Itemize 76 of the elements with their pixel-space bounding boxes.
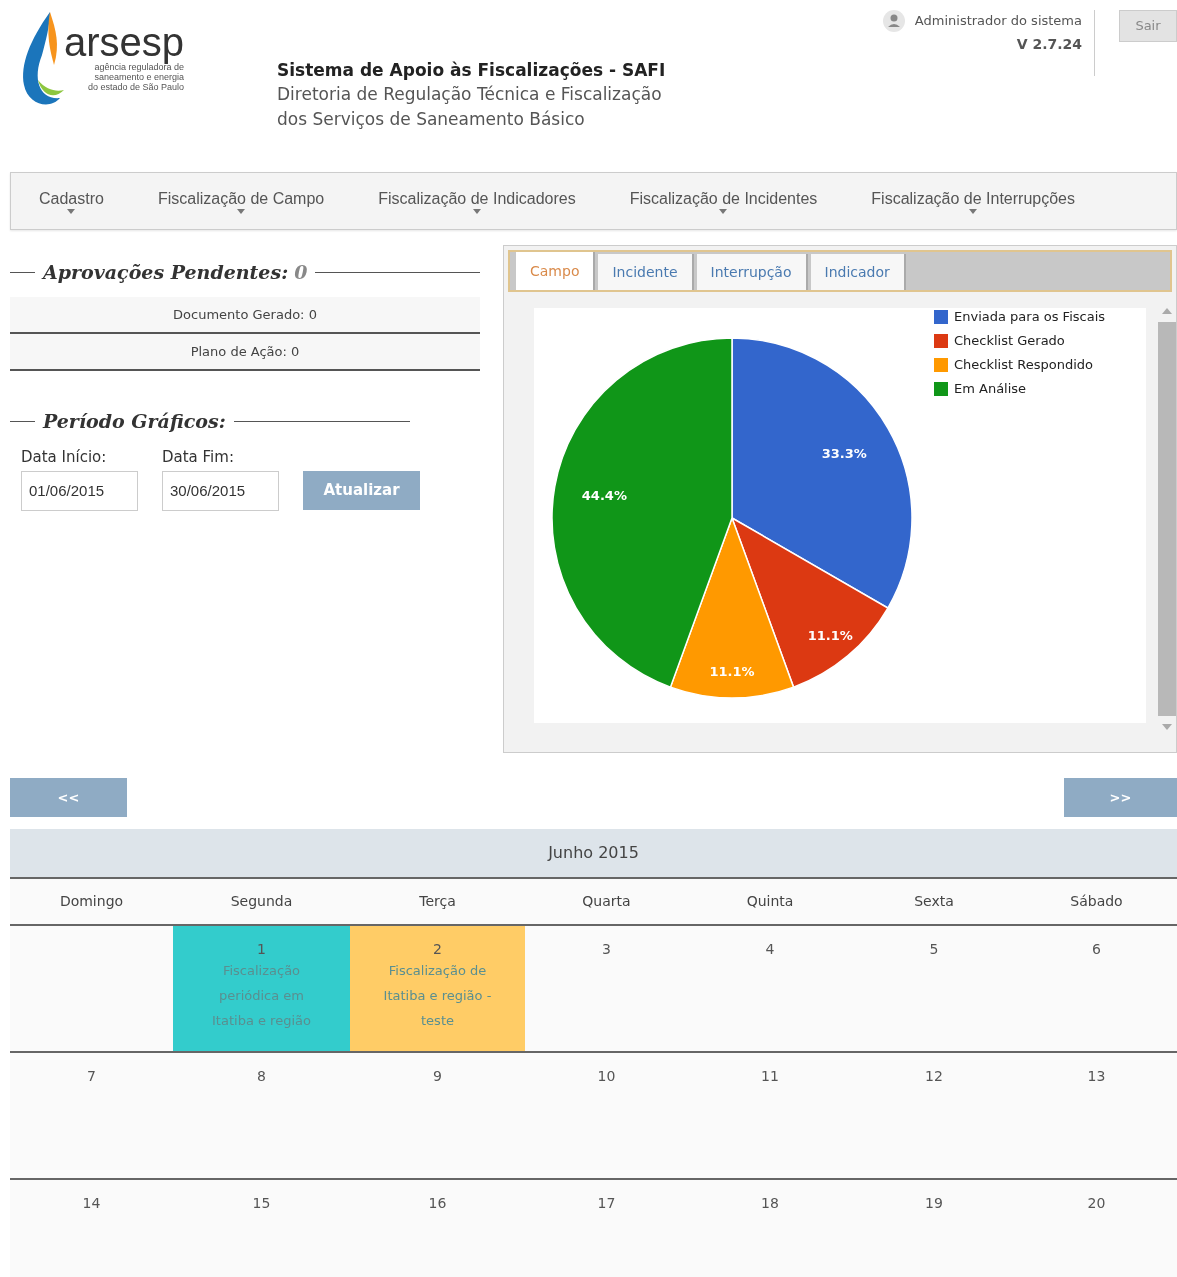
event-day-cell[interactable]: 1 Fiscalização periódica em Itatiba e região [173,926,350,1051]
date-field[interactable]: 30/06/2015 [162,470,279,511]
day-number: 16 [428,1194,447,1212]
chart-tab[interactable]: Interrupção [696,254,808,290]
scrollbar[interactable] [1158,308,1176,730]
section-title: Período Gráficos: [43,408,226,434]
nav-menu-item[interactable]: Fiscalização de Indicadores [378,188,576,214]
approval-item[interactable]: Plano de Ação: 0 [10,334,480,371]
legend-label: Enviada para os Fiscais [954,308,1105,326]
day-number: 7 [87,1067,96,1085]
caret-icon [67,208,76,214]
logout-button[interactable]: Sair [1119,10,1177,42]
weekday-header: Sábado [1069,892,1124,911]
day-number: 9 [433,1067,442,1085]
logo-tagline: agência reguladora de [94,62,185,72]
user-icon [882,10,905,32]
day-number: 12 [925,1067,943,1085]
nav-menu-item[interactable]: Fiscalização de Campo [157,188,325,214]
caret-icon [472,208,481,214]
legend-label: Checklist Gerado [954,332,1065,350]
weekday-header: Segunda [229,892,294,911]
logo-wordmark: arsesp [64,22,185,62]
day-number: 14 [82,1194,101,1212]
day-number: 18 [761,1194,779,1212]
day-number: 8 [257,1067,266,1085]
field-label: Data Fim: [162,447,235,468]
next-month-button[interactable]: >> [1064,778,1177,817]
weekday-header: Terça [418,892,457,911]
day-number: 20 [1087,1194,1106,1212]
month-title: Junho 2015 [10,829,1177,879]
day-number: 10 [597,1067,616,1085]
weekday-header: Domingo [58,892,125,911]
day-number: 3 [602,940,611,958]
section-title: Aprovações Pendentes: [43,259,289,285]
nav-menu-item[interactable]: Cadastro [39,188,104,214]
update-button[interactable]: Atualizar [303,470,420,510]
version-label: V 2.7.24 [1016,35,1082,54]
system-title: Sistema de Apoio às Fiscalizações - SAFI [277,59,667,82]
weekday-header: Quinta [745,892,795,911]
legend-label: Checklist Respondido [954,356,1093,374]
prev-month-button[interactable]: << [10,778,127,817]
caret-icon [969,208,978,214]
caret-icon [237,208,246,214]
day-number: 13 [1087,1067,1106,1085]
user-name: Administrador do sistema [914,12,1082,31]
caret-icon [719,208,728,214]
field-label: Data Início: [21,447,108,468]
day-number: 6 [1092,940,1101,958]
slice-label: 11.1% [709,664,755,679]
logo-tagline: saneamento e energia [94,72,185,82]
approval-item[interactable]: Documento Gerado: 0 [10,297,480,334]
day-number: 1 [257,940,266,958]
legend-label: Em Análise [954,380,1027,398]
day-number: 15 [252,1194,271,1212]
day-number: 4 [765,940,775,958]
logo-tagline: do estado de São Paulo [88,82,185,92]
nav-menu-item[interactable]: Fiscalização de Interrupções [871,188,1075,214]
slice-label: 33.3% [821,446,867,462]
weekday-header: Quarta [581,892,632,911]
date-field[interactable]: 01/06/2015 [21,470,138,511]
event-title[interactable]: Fiscalização de Itatiba e região - teste [380,958,495,1033]
day-number: 19 [925,1194,943,1212]
slice-label: 11.1% [807,628,853,644]
chart-tab[interactable]: Incidente [598,254,694,290]
weekday-header: Sexta [913,892,955,911]
chart-tab[interactable]: Campo [516,252,596,290]
day-number: 11 [761,1067,779,1085]
day-number: 17 [597,1194,616,1212]
system-subtitle: Diretoria de Regulação Técnica e Fiscalização dos Serviços de Saneamento Básico [277,83,663,131]
pending-count: 0 [294,259,308,285]
slice-label: 44.4% [581,488,627,504]
day-number: 5 [929,940,939,958]
chart-tab[interactable]: Indicador [810,254,906,290]
nav-menu-item[interactable]: Fiscalização de Incidentes [629,188,818,214]
day-number: 2 [433,940,442,958]
event-day-cell[interactable]: 2 Fiscalização de Itatiba e região - teste [350,926,525,1051]
